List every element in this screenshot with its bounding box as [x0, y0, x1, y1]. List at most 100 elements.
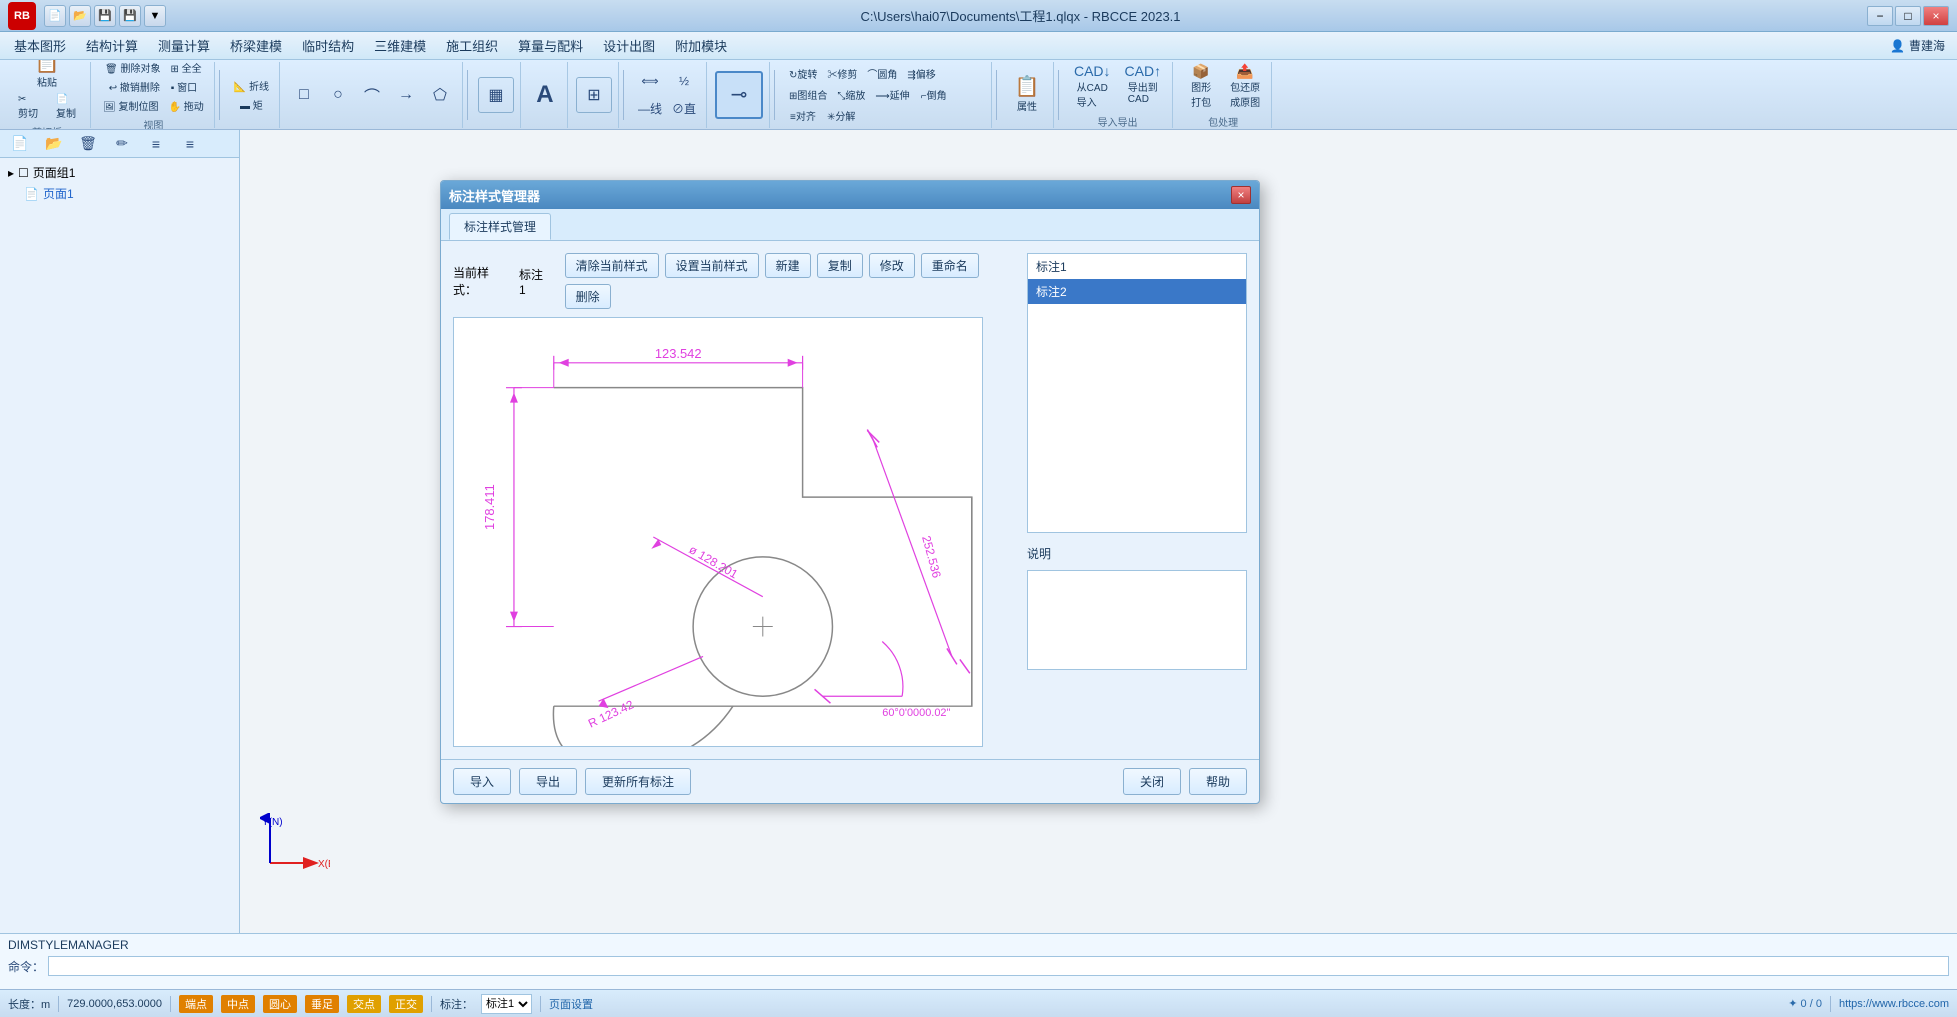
menu-measurement[interactable]: 测量计算 [148, 33, 220, 58]
cut-btn[interactable]: ✂剪切 [10, 92, 46, 122]
menu-temp-structure[interactable]: 临时结构 [292, 33, 364, 58]
snap-center-btn[interactable]: 圆心 [263, 995, 297, 1013]
table-tool[interactable]: ⊞ [576, 77, 612, 113]
chamfer-btn[interactable]: ⌐倒角 [916, 85, 952, 104]
hatch-tool[interactable]: ▦ [478, 77, 514, 113]
new-page-btn[interactable]: 📄 [4, 130, 36, 158]
text-tool[interactable]: A [529, 81, 561, 109]
modify-style-btn[interactable]: 修改 [869, 253, 915, 278]
menu-structural[interactable]: 结构计算 [76, 33, 148, 58]
open-btn[interactable]: 📂 [69, 5, 91, 27]
offset-btn[interactable]: ⇶偏移 [903, 64, 939, 83]
table-group: ⊞ [570, 62, 619, 128]
align-btn[interactable]: ≡对齐 [785, 106, 821, 125]
pack-btn[interactable]: 📦 图形打包 [1181, 61, 1221, 112]
export-cad-btn[interactable]: CAD↑ 导出到CAD [1120, 61, 1167, 112]
paste-btn[interactable]: 📋 粘贴 [27, 60, 67, 92]
snap-ortho-btn[interactable]: 正交 [389, 995, 423, 1013]
active-dim-btn[interactable]: ⊸ [715, 71, 763, 119]
dropdown-btn[interactable]: ▼ [144, 5, 166, 27]
polygon-tool[interactable]: ⬠ [424, 81, 456, 109]
active-dim-group: ⊸ [709, 62, 770, 128]
align-left-btn[interactable]: ≡ [140, 130, 172, 158]
maximize-btn[interactable]: □ [1895, 6, 1921, 26]
menu-design-drawing[interactable]: 设计出图 [593, 33, 665, 58]
radius-dim-btn[interactable]: ½ [668, 67, 700, 95]
rename-style-btn[interactable]: 重命名 [921, 253, 979, 278]
new-btn[interactable]: 📄 [44, 5, 66, 27]
linear-dim-btn[interactable]: —线 [634, 95, 666, 123]
new-style-btn[interactable]: 新建 [765, 253, 811, 278]
snap-perpendicular-btn[interactable]: 垂足 [305, 995, 339, 1013]
align-right-btn[interactable]: ≡ [174, 130, 206, 158]
style-list-item-1[interactable]: 标注2 [1028, 279, 1246, 304]
set-current-btn[interactable]: 设置当前样式 [665, 253, 759, 278]
export-btn[interactable]: 导出 [519, 768, 577, 795]
import-btn[interactable]: 导入 [453, 768, 511, 795]
drag-btn[interactable]: ✋ 拖动 [164, 96, 207, 115]
circle-tool[interactable]: ○ [322, 81, 354, 109]
explode-btn[interactable]: ✳分解 [823, 106, 859, 125]
menu-construction[interactable]: 施工组织 [436, 33, 508, 58]
unpack-btn[interactable]: 📤 包还原成原图 [1225, 61, 1265, 112]
menu-quantity[interactable]: 算量与配料 [508, 33, 593, 58]
page-settings-btn[interactable]: 页面设置 [549, 996, 593, 1012]
menu-addon[interactable]: 附加模块 [665, 33, 737, 58]
menu-basic-shapes[interactable]: 基本图形 [4, 33, 76, 58]
trim-btn[interactable]: ✂修剪 [823, 64, 861, 83]
rectangle-tool[interactable]: □ [288, 81, 320, 109]
open-page-btn[interactable]: 📂 [38, 130, 70, 158]
copy-style-btn[interactable]: 复制 [817, 253, 863, 278]
update-all-btn[interactable]: 更新所有标注 [585, 768, 691, 795]
tree-root[interactable]: ▸ ☐ 页面组1 [4, 162, 235, 183]
annotation-select[interactable]: 标注1 标注2 [481, 994, 532, 1014]
tree-page1[interactable]: 📄 页面1 [20, 183, 235, 204]
fullview-btn[interactable]: ⊞ 全全 [167, 60, 206, 77]
arrow-tool[interactable]: → [390, 81, 422, 109]
rotate-btn[interactable]: ↻旋转 [785, 64, 821, 83]
sep5 [1830, 996, 1831, 1012]
diameter-dim-btn[interactable]: ⊘直 [668, 95, 700, 123]
edit-page-btn[interactable]: ✏ [106, 130, 138, 158]
description-box[interactable] [1027, 570, 1247, 670]
copy-btn[interactable]: 📄复制 [48, 92, 84, 122]
snap-intersection-btn[interactable]: 交点 [347, 995, 381, 1013]
help-btn[interactable]: 帮助 [1189, 768, 1247, 795]
delete-style-btn[interactable]: 删除 [565, 284, 611, 309]
footer-right: 关闭 帮助 [1123, 768, 1247, 795]
close-btn[interactable]: 关闭 [1123, 768, 1181, 795]
menu-bridge[interactable]: 桥梁建模 [220, 33, 292, 58]
group-btn[interactable]: ⊞图组合 [785, 85, 831, 104]
command-input[interactable] [48, 956, 1949, 976]
polyline-btn[interactable]: 📐 折线 [230, 76, 273, 95]
menu-3d[interactable]: 三维建模 [364, 33, 436, 58]
scale-btn[interactable]: ⤡缩放 [833, 85, 869, 104]
copy-bitmap-btn[interactable]: 🖼 复制位图 [99, 96, 162, 115]
fillet-btn[interactable]: ⌒圆角 [863, 64, 901, 83]
arc-tool[interactable]: ⌒ [356, 81, 388, 109]
tree-root-checkbox[interactable]: ☐ [18, 166, 29, 180]
style-list-item-0[interactable]: 标注1 [1028, 254, 1246, 279]
save-btn[interactable]: 💾 [94, 5, 116, 27]
minimize-btn[interactable]: − [1867, 6, 1893, 26]
extend-btn[interactable]: ⟶延伸 [871, 85, 913, 104]
delete-page-btn[interactable]: 🗑 [72, 130, 104, 158]
dialog-close-btn[interactable]: × [1231, 186, 1251, 204]
delete-obj-btn[interactable]: 🗑 删除对象 [101, 60, 164, 77]
align-dim-btn[interactable]: ⟺ [634, 67, 666, 95]
saveas-btn[interactable]: 💾 [119, 5, 141, 27]
website-link[interactable]: https://www.rbcce.com [1839, 998, 1949, 1010]
import-cad-btn[interactable]: CAD↓ 从CAD导入 [1069, 61, 1116, 112]
window-btn[interactable]: ▪ 窗口 [166, 77, 202, 96]
snap-endpoint-btn[interactable]: 端点 [179, 995, 213, 1013]
close-btn[interactable]: × [1923, 6, 1949, 26]
clear-style-btn[interactable]: 清除当前样式 [565, 253, 659, 278]
properties-btn[interactable]: 📋 属性 [1007, 74, 1047, 116]
rect-btn[interactable]: ▬ 矩 [233, 95, 269, 114]
dialog-tab-main[interactable]: 标注样式管理 [449, 213, 551, 240]
style-list[interactable]: 标注1 标注2 [1027, 253, 1247, 533]
canvas-area[interactable]: X(E) Y(N) 标注样式管理器 × 标注样式管理 当前样式： 标注1 [240, 130, 1957, 933]
properties-group: 📋 属性 [1001, 62, 1054, 128]
undo-delete-btn[interactable]: ↩ 撤销删除 [105, 77, 164, 96]
snap-midpoint-btn[interactable]: 中点 [221, 995, 255, 1013]
